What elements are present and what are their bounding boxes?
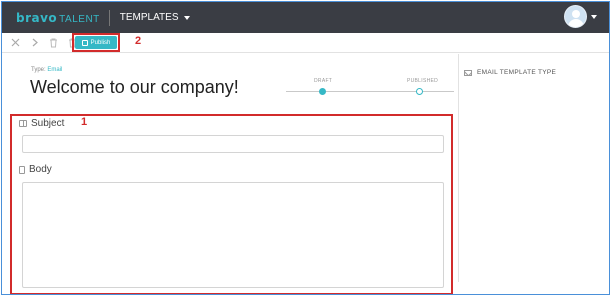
- publish-icon: [81, 39, 88, 46]
- body-label: Body: [19, 164, 52, 175]
- chevron-down-icon: [183, 15, 190, 20]
- type-label: Type:: [31, 67, 46, 73]
- type-value: Email: [47, 67, 63, 73]
- publish-button-label: Publish: [90, 39, 111, 46]
- template-type-line: Type: Email: [31, 67, 62, 73]
- side-panel-heading: EMAIL TEMPLATE TYPE: [477, 69, 557, 76]
- status-stepper: DRAFT PUBLISHED: [286, 76, 456, 98]
- close-icon[interactable]: [8, 36, 22, 50]
- envelope-icon: [464, 69, 472, 76]
- publish-button[interactable]: Publish: [75, 36, 117, 49]
- app-window: bravo TALENT TEMPLATES Publish 2 Type: E…: [1, 1, 610, 295]
- page-title: Welcome to our company!: [30, 77, 239, 97]
- top-navigation-bar: bravo TALENT TEMPLATES: [2, 2, 609, 33]
- stepper-line: [286, 91, 454, 92]
- step-label-published: PUBLISHED: [407, 78, 439, 84]
- subject-label: Subject: [19, 118, 64, 129]
- step-dot-published: [416, 88, 423, 95]
- email-template-type-panel[interactable]: EMAIL TEMPLATE TYPE: [464, 69, 556, 76]
- topbar-divider: [108, 9, 110, 26]
- subject-input[interactable]: [22, 135, 444, 153]
- chevron-right-icon[interactable]: [27, 36, 41, 50]
- logo-bravo-text: bravo: [16, 10, 58, 25]
- side-panel-divider: [458, 54, 459, 282]
- templates-menu-label: TEMPLATES: [119, 12, 179, 23]
- template-editor: Type: Email Welcome to our company! DRAF…: [2, 54, 458, 294]
- step-dot-draft: [319, 88, 326, 95]
- trash-icon[interactable]: [46, 36, 60, 50]
- annotation-marker-2: 2: [135, 35, 142, 47]
- body-label-text: Body: [29, 164, 52, 175]
- bravo-talent-logo[interactable]: bravo TALENT: [16, 11, 100, 25]
- book-icon: [19, 120, 27, 127]
- logo-talent-text: TALENT: [59, 13, 100, 25]
- user-menu[interactable]: [564, 5, 597, 28]
- editor-toolbar: Publish 2: [2, 33, 609, 53]
- avatar-head: [572, 10, 580, 18]
- avatar: [564, 5, 587, 28]
- document-icon: [19, 165, 25, 174]
- templates-menu[interactable]: TEMPLATES: [120, 12, 190, 23]
- chevron-down-icon: [591, 14, 597, 19]
- step-label-draft: DRAFT: [314, 78, 333, 84]
- body-textarea[interactable]: [22, 182, 444, 288]
- annotation-marker-1: 1: [81, 116, 88, 128]
- avatar-shoulders: [568, 19, 584, 27]
- subject-label-text: Subject: [31, 118, 65, 129]
